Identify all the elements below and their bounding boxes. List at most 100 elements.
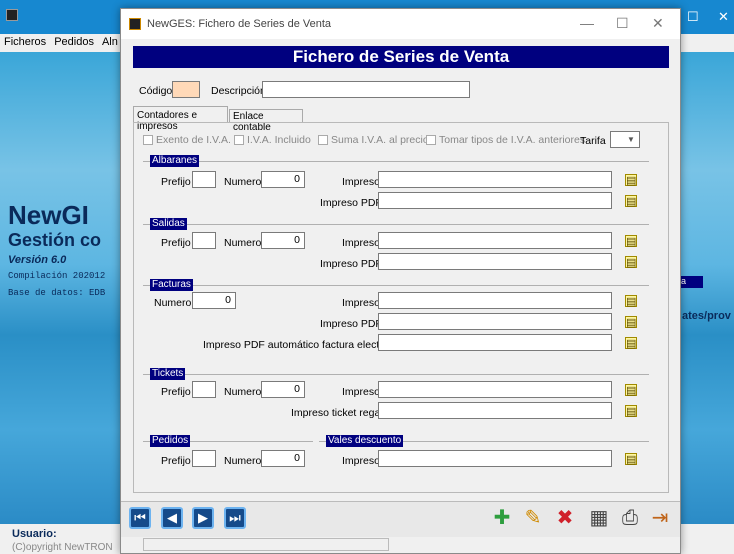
checkbox[interactable] bbox=[426, 135, 436, 146]
facturas-pdf-input[interactable] bbox=[378, 313, 612, 330]
tab-contadores[interactable]: Contadores e impresos bbox=[133, 106, 228, 132]
albaranes-pdf-icon[interactable]: ▤ bbox=[625, 195, 637, 208]
salidas-pdf-icon[interactable]: ▤ bbox=[625, 256, 637, 269]
facturas-auto-pdf-icon[interactable]: ▤ bbox=[625, 337, 637, 350]
menu-pedidos[interactable]: Pedidos bbox=[50, 34, 98, 48]
tarifa-select[interactable]: ▼ bbox=[610, 131, 640, 148]
check-tomar-tipos-label: Tomar tipos de I.V.A. anteriores bbox=[439, 134, 586, 146]
dialog-app-icon bbox=[129, 18, 141, 30]
pedidos-numero-label: Numero bbox=[224, 455, 262, 467]
edit-record-icon[interactable]: ✎ bbox=[521, 506, 545, 530]
salidas-numero-input[interactable]: 0 bbox=[261, 232, 305, 249]
facturas-auto-input[interactable] bbox=[378, 334, 612, 351]
descripcion-label: Descripción bbox=[211, 85, 266, 97]
print-list-icon[interactable]: ▦ bbox=[587, 506, 611, 530]
albaranes-impreso-input[interactable] bbox=[378, 171, 612, 188]
series-dialog: NewGES: Fichero de Series de Venta — ☐ ✕… bbox=[120, 8, 681, 554]
check-iva-incluido-label: I.V.A. Incluido bbox=[247, 134, 311, 146]
delete-record-icon[interactable]: ✖ bbox=[553, 506, 577, 530]
menu-ficheros[interactable]: Ficheros bbox=[0, 34, 50, 48]
usuario-label: Usuario: bbox=[12, 528, 57, 540]
app-icon bbox=[6, 9, 18, 21]
vales-title: Vales descuento bbox=[326, 435, 404, 447]
tickets-numero-label: Numero bbox=[224, 386, 262, 398]
copyright-label: (C)opyright NewTRON bbox=[12, 542, 113, 553]
check-suma-iva[interactable]: Suma I.V.A. al precio bbox=[318, 134, 429, 146]
facturas-numero-label: Numero bbox=[154, 297, 192, 309]
right-label[interactable]: ates/prov bbox=[682, 310, 731, 322]
tarifa-label: Tarifa bbox=[580, 135, 606, 147]
salidas-impreso-input[interactable] bbox=[378, 232, 612, 249]
albaranes-impreso-label: Impreso bbox=[342, 176, 380, 188]
main-maximize-icon[interactable]: ☐ bbox=[687, 9, 699, 25]
albaranes-prefijo-input[interactable] bbox=[192, 171, 216, 188]
check-tomar-tipos[interactable]: Tomar tipos de I.V.A. anteriores bbox=[426, 134, 585, 146]
facturas-impreso-input[interactable] bbox=[378, 292, 612, 309]
check-exento-label: Exento de I.V.A. bbox=[156, 134, 231, 146]
tickets-impreso-label: Impreso bbox=[342, 386, 380, 398]
menu-aln[interactable]: Aln bbox=[98, 34, 122, 48]
salidas-pdf-label: Impreso PDF bbox=[320, 258, 382, 270]
first-record-icon[interactable]: ⏮ bbox=[129, 507, 151, 529]
salidas-impreso-pdf-icon[interactable]: ▤ bbox=[625, 235, 637, 248]
close-icon[interactable]: ✕ bbox=[652, 15, 664, 32]
check-suma-iva-label: Suma I.V.A. al precio bbox=[331, 134, 429, 146]
pedidos-numero-input[interactable]: 0 bbox=[261, 450, 305, 467]
facturas-numero-input[interactable]: 0 bbox=[192, 292, 236, 309]
chevron-down-icon: ▼ bbox=[627, 135, 635, 144]
tickets-prefijo-label: Prefijo bbox=[161, 386, 191, 398]
tab-enlace[interactable]: Enlace contable bbox=[229, 109, 303, 133]
albaranes-numero-label: Numero bbox=[224, 176, 262, 188]
tickets-impreso-pdf-icon[interactable]: ▤ bbox=[625, 384, 637, 397]
albaranes-impreso-pdf-icon[interactable]: ▤ bbox=[625, 174, 637, 187]
codigo-input[interactable] bbox=[172, 81, 200, 98]
vales-impreso-pdf-icon[interactable]: ▤ bbox=[625, 453, 637, 466]
tickets-regalo-input[interactable] bbox=[378, 402, 612, 419]
checkbox[interactable] bbox=[234, 135, 244, 146]
checkbox[interactable] bbox=[143, 135, 153, 146]
brand-title: NewGI bbox=[8, 200, 89, 230]
facturas-impreso-pdf-icon[interactable]: ▤ bbox=[625, 295, 637, 308]
main-close-icon[interactable]: ✕ bbox=[718, 9, 729, 25]
tickets-prefijo-input[interactable] bbox=[192, 381, 216, 398]
albaranes-prefijo-label: Prefijo bbox=[161, 176, 191, 188]
facturas-impreso-label: Impreso bbox=[342, 297, 380, 309]
codigo-label: Código bbox=[139, 85, 173, 97]
salidas-pdf-input[interactable] bbox=[378, 253, 612, 270]
prev-record-icon[interactable]: ◀ bbox=[161, 507, 183, 529]
albaranes-pdf-label: Impreso PDF bbox=[320, 197, 382, 209]
salidas-title: Salidas bbox=[150, 218, 187, 230]
tickets-numero-input[interactable]: 0 bbox=[261, 381, 305, 398]
status-field bbox=[143, 538, 389, 551]
salidas-numero-label: Numero bbox=[224, 237, 262, 249]
right-highlight: a bbox=[681, 276, 703, 288]
check-exento[interactable]: Exento de I.V.A. bbox=[143, 134, 231, 146]
vales-impreso-label: Impreso bbox=[342, 455, 380, 467]
pedidos-prefijo-input[interactable] bbox=[192, 450, 216, 467]
descripcion-input[interactable] bbox=[262, 81, 470, 98]
tickets-regalo-pdf-icon[interactable]: ▤ bbox=[625, 405, 637, 418]
pedidos-prefijo-label: Prefijo bbox=[161, 455, 191, 467]
exit-door-icon[interactable]: ⇥ bbox=[648, 506, 672, 530]
brand-subtitle: Gestión co bbox=[8, 230, 102, 250]
facturas-pdf-label: Impreso PDF bbox=[320, 318, 382, 330]
albaranes-title: Albaranes bbox=[150, 155, 200, 167]
next-record-icon[interactable]: ▶ bbox=[192, 507, 214, 529]
salidas-impreso-label: Impreso bbox=[342, 237, 380, 249]
tickets-regalo-label: Impreso ticket regalo bbox=[291, 407, 389, 419]
albaranes-numero-input[interactable]: 0 bbox=[261, 171, 305, 188]
last-record-icon[interactable]: ⏭ bbox=[224, 507, 246, 529]
vales-impreso-input[interactable] bbox=[378, 450, 612, 467]
print-icon[interactable]: ⎙ bbox=[618, 506, 642, 530]
maximize-icon[interactable]: ☐ bbox=[616, 15, 629, 32]
facturas-pdf-icon[interactable]: ▤ bbox=[625, 316, 637, 329]
minimize-icon[interactable]: — bbox=[580, 15, 594, 31]
checkbox[interactable] bbox=[318, 135, 328, 146]
tickets-impreso-input[interactable] bbox=[378, 381, 612, 398]
new-record-icon[interactable]: ✚ bbox=[490, 506, 514, 530]
albaranes-pdf-input[interactable] bbox=[378, 192, 612, 209]
check-iva-incluido[interactable]: I.V.A. Incluido bbox=[234, 134, 311, 146]
dialog-statusbar bbox=[121, 537, 680, 553]
salidas-prefijo-input[interactable] bbox=[192, 232, 216, 249]
compilacion-label: Compilación 202012 bbox=[8, 271, 106, 281]
